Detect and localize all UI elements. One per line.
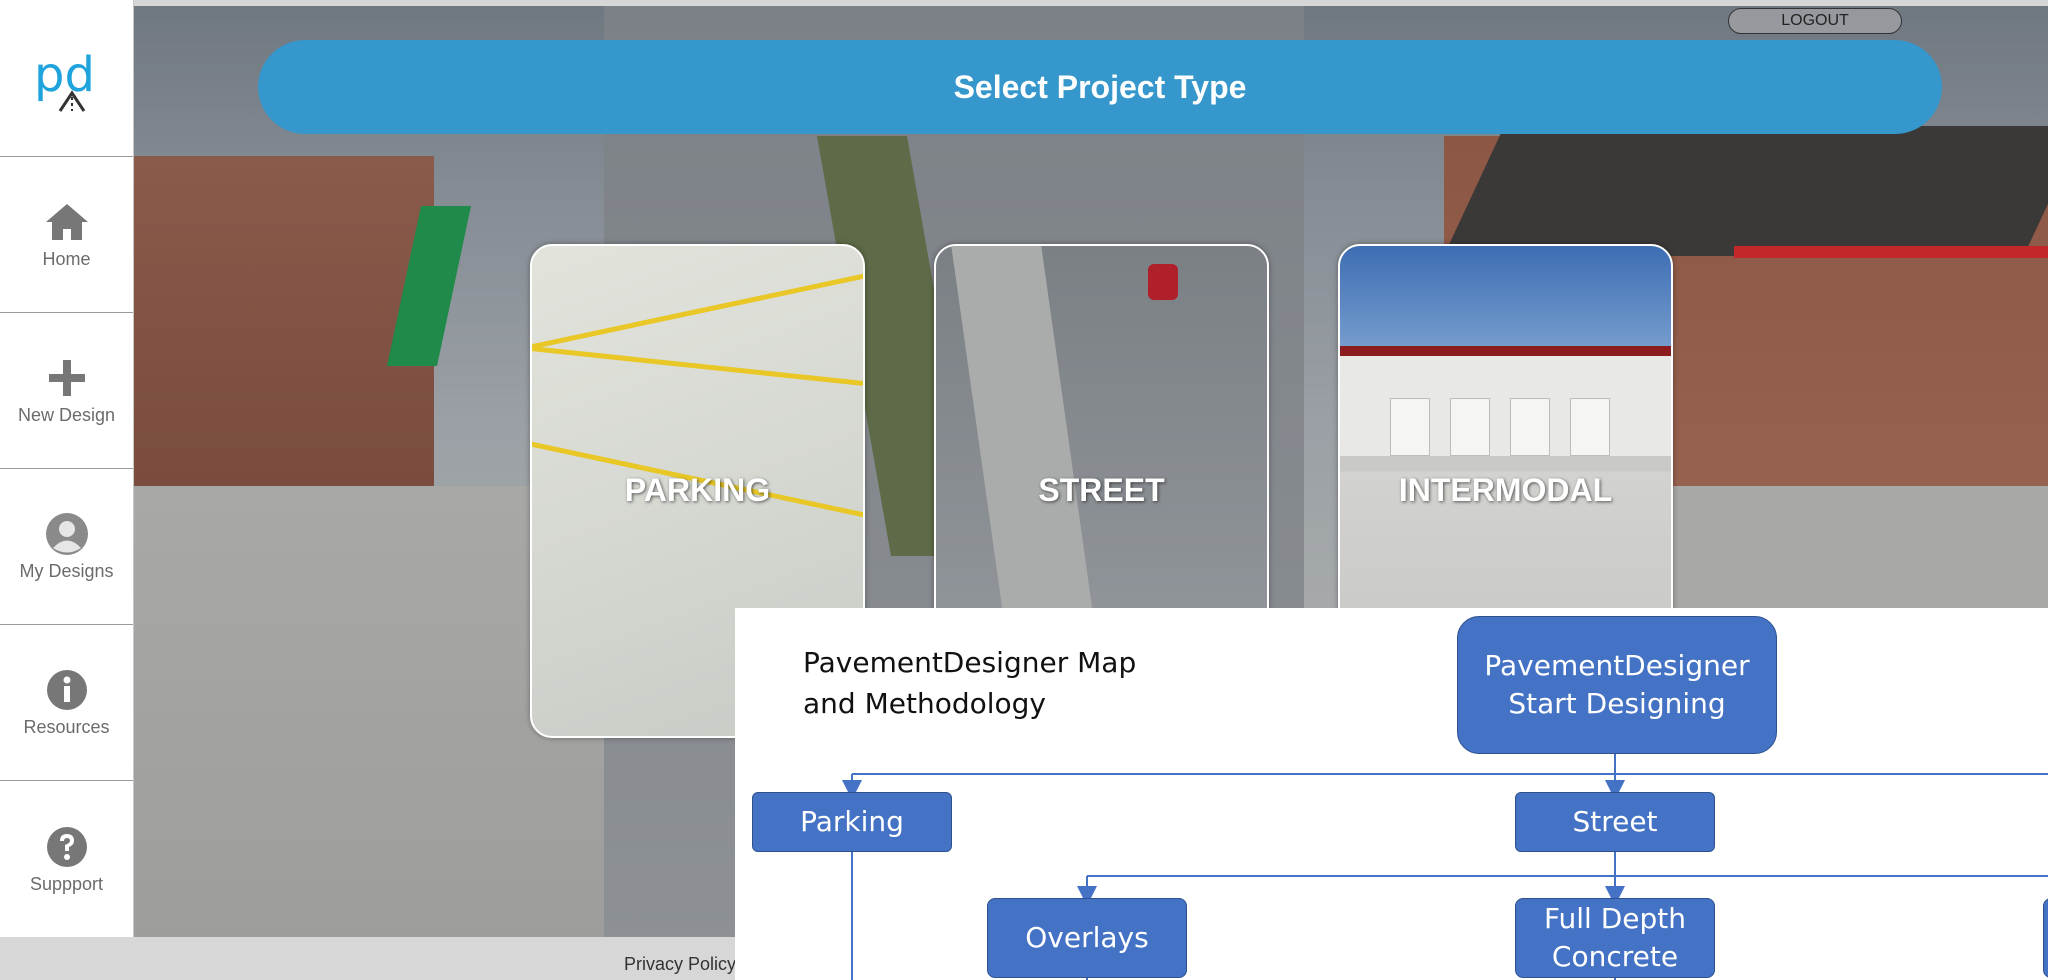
svg-text:pd: pd — [34, 47, 95, 103]
parking-stripe — [532, 344, 863, 389]
sidebar-item-support[interactable]: Suppport — [0, 781, 133, 937]
photo-roof — [1443, 126, 2048, 256]
card-label: STREET — [1038, 472, 1165, 508]
card-label: INTERMODAL — [1398, 472, 1613, 508]
parking-stripe — [532, 268, 863, 353]
page-title: Select Project Type — [953, 68, 1247, 105]
info-icon — [44, 667, 90, 713]
sidebar-item-label: Home — [42, 249, 91, 269]
sidebar-item-label: My Designs — [19, 561, 114, 581]
flow-start-designing: PavementDesigner Start Designing — [1457, 616, 1777, 754]
flow-parking: Parking — [752, 792, 952, 852]
pd-logo-icon: pd — [34, 47, 95, 112]
page-title-bar: Select Project Type — [258, 40, 1942, 134]
plus-icon — [44, 355, 90, 401]
flow-overlays: Overlays — [987, 898, 1187, 978]
sidebar: pd Home New Design My Designs Resources … — [0, 0, 134, 937]
privacy-policy-link[interactable]: Privacy Policy — [624, 954, 736, 975]
flowchart-title: PavementDesigner Map and Methodology — [803, 646, 1137, 720]
card-label: PARKING — [624, 472, 771, 508]
flow-full-depth-concrete: Full Depth Concrete — [1515, 898, 1715, 978]
logout-button[interactable]: LOGOUT — [1728, 8, 1902, 34]
warehouse-door — [1390, 398, 1430, 456]
question-icon — [44, 824, 90, 870]
flow-partial-box — [2043, 898, 2048, 978]
flow-street: Street — [1515, 792, 1715, 852]
photo-red-trim — [1734, 246, 2048, 258]
sidebar-item-resources[interactable]: Resources — [0, 625, 133, 781]
photo-brick-building — [134, 156, 472, 486]
sidebar-item-label: Resources — [23, 717, 110, 737]
sidebar-item-home[interactable]: Home — [0, 157, 133, 313]
app-logo[interactable]: pd — [0, 0, 133, 157]
warehouse-door — [1570, 398, 1610, 456]
sidebar-item-new-design[interactable]: New Design — [0, 313, 133, 469]
sidebar-item-label: Suppport — [29, 873, 104, 894]
photo-awning — [386, 206, 472, 366]
flowchart-overlay: PavementDesigner Map and Methodology Pav… — [735, 608, 2048, 980]
sidebar-item-my-designs[interactable]: My Designs — [0, 469, 133, 625]
user-icon — [44, 511, 90, 557]
home-icon — [44, 199, 90, 245]
warehouse-door — [1510, 398, 1550, 456]
sidebar-item-label: New Design — [17, 405, 116, 425]
street-car — [1148, 264, 1178, 300]
warehouse-stripe — [1340, 346, 1671, 356]
warehouse-door — [1450, 398, 1490, 456]
